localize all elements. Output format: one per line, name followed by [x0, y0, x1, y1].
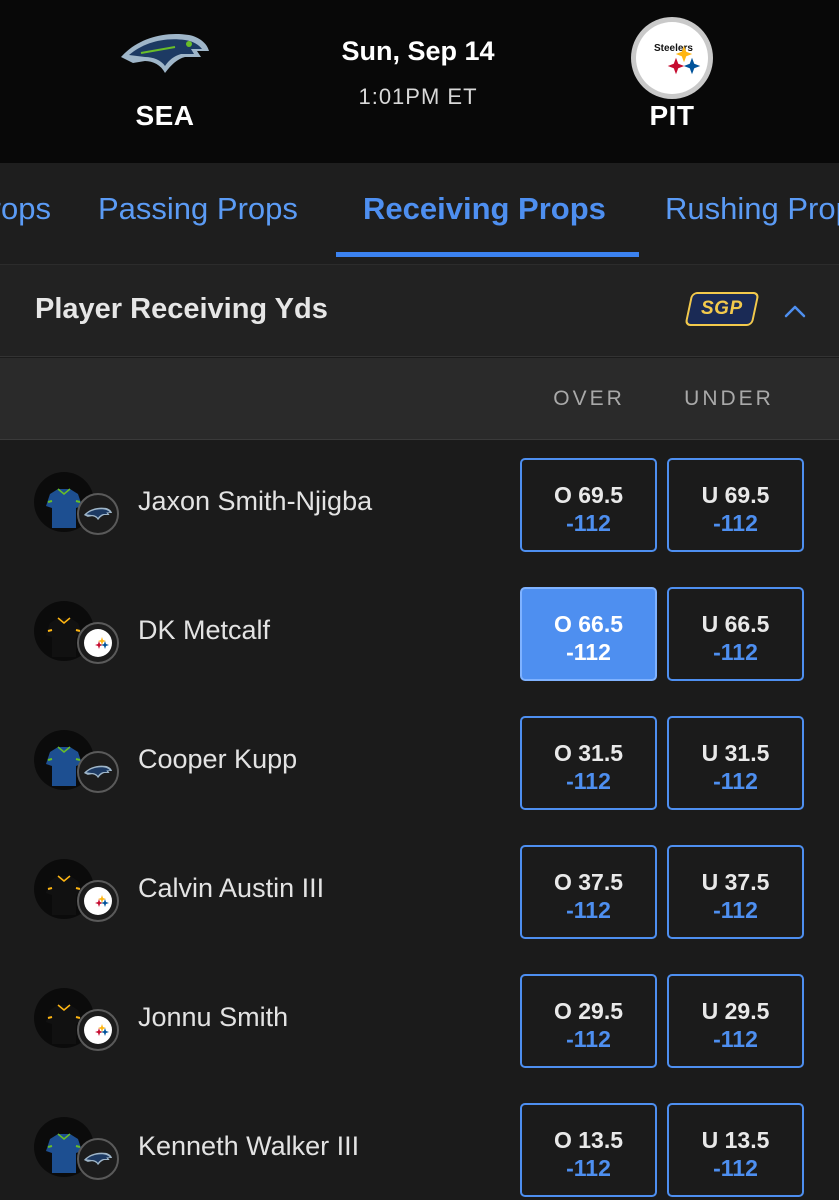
team-logo-mini: [77, 493, 119, 535]
under-line: U 37.5: [701, 869, 770, 895]
sgp-badge-label: SGP: [701, 298, 743, 319]
chevron-up-icon[interactable]: [780, 297, 810, 327]
over-price: -112: [566, 1026, 611, 1052]
over-price: -112: [566, 897, 611, 923]
player-name: Jaxon Smith-Njigba: [138, 486, 373, 516]
over-line: O 31.5: [553, 740, 624, 766]
player-name: Kenneth Walker III: [138, 1131, 360, 1161]
seahawks-logo: [117, 18, 213, 90]
over-odds-button[interactable]: O 29.5 -112: [520, 974, 657, 1068]
home-team[interactable]: Steelers PIT: [602, 17, 742, 132]
tab-rushing-props[interactable]: Rushing Props: [665, 163, 839, 263]
team-logo-mini: [77, 880, 119, 922]
under-odds-button[interactable]: U 37.5 -112: [667, 845, 804, 939]
player-name: Calvin Austin III: [138, 873, 325, 903]
under-line: U 31.5: [701, 740, 770, 766]
team-logo-mini: [77, 622, 119, 664]
sgp-badge: SGP: [684, 292, 760, 326]
steelers-logo: Steelers: [624, 17, 720, 99]
player-name: DK Metcalf: [138, 615, 271, 645]
team-logo-mini: [77, 1138, 119, 1180]
over-price: -112: [566, 1155, 611, 1181]
under-odds-button[interactable]: U 29.5 -112: [667, 974, 804, 1068]
player-row: Calvin Austin III O 37.5 -112 U 37.5 -11…: [0, 827, 839, 956]
over-odds-button[interactable]: O 37.5 -112: [520, 845, 657, 939]
under-line: U 29.5: [701, 998, 770, 1024]
under-price: -112: [713, 510, 758, 536]
away-team[interactable]: SEA: [95, 18, 235, 132]
under-price: -112: [713, 768, 758, 794]
under-line: U 69.5: [701, 482, 770, 508]
under-column-label: UNDER: [684, 387, 774, 410]
over-column-label: OVER: [553, 387, 625, 410]
team-logo-mini: [77, 1009, 119, 1051]
game-header: SEA Sun, Sep 14 1:01PM ET Steelers PIT: [0, 0, 839, 163]
away-team-abbr: SEA: [135, 100, 195, 131]
over-line: O 13.5: [553, 1127, 624, 1153]
player-row: Jonnu Smith O 29.5 -112 U 29.5 -112: [0, 956, 839, 1085]
over-line: O 66.5: [553, 611, 624, 637]
player-row: Cooper Kupp O 31.5 -112 U 31.5 -112: [0, 698, 839, 827]
tab-props[interactable]: Props: [0, 163, 51, 263]
player-row: DK Metcalf O 66.5 -112 U 66.5 -112: [0, 569, 839, 698]
over-line: O 29.5: [553, 998, 624, 1024]
player-row: Kenneth Walker III O 13.5 -112 U 13.5 -1…: [0, 1085, 839, 1200]
player-name: Jonnu Smith: [138, 1002, 289, 1032]
over-odds-button[interactable]: O 31.5 -112: [520, 716, 657, 810]
player-name: Cooper Kupp: [138, 744, 298, 774]
over-line: O 69.5: [553, 482, 624, 508]
under-odds-button[interactable]: U 66.5 -112: [667, 587, 804, 681]
under-price: -112: [713, 1155, 758, 1181]
home-team-abbr: PIT: [649, 100, 695, 131]
under-odds-button[interactable]: U 69.5 -112: [667, 458, 804, 552]
over-odds-button[interactable]: O 69.5 -112: [520, 458, 657, 552]
over-line: O 37.5: [553, 869, 624, 895]
game-date: Sun, Sep 14: [341, 36, 495, 66]
under-price: -112: [713, 639, 758, 665]
over-price: -112: [566, 510, 611, 536]
odds-column-header: OVER UNDER: [0, 358, 839, 440]
over-odds-button[interactable]: O 66.5 -112: [520, 587, 657, 681]
player-row: Jaxon Smith-Njigba O 69.5 -112 U 69.5 -1…: [0, 440, 839, 569]
under-price: -112: [713, 1026, 758, 1052]
under-price: -112: [713, 897, 758, 923]
under-odds-button[interactable]: U 13.5 -112: [667, 1103, 804, 1197]
over-price: -112: [566, 639, 611, 665]
over-price: -112: [566, 768, 611, 794]
game-info: Sun, Sep 14 1:01PM ET: [270, 36, 566, 110]
under-line: U 66.5: [701, 611, 770, 637]
under-line: U 13.5: [701, 1127, 770, 1153]
props-tab-bar: Props Passing Props Receiving Props Rush…: [0, 163, 839, 265]
active-tab-indicator: [336, 252, 639, 257]
under-odds-button[interactable]: U 31.5 -112: [667, 716, 804, 810]
team-logo-mini: [77, 751, 119, 793]
game-time: 1:01PM ET: [358, 84, 478, 109]
tab-receiving-props[interactable]: Receiving Props: [363, 163, 606, 263]
tab-passing-props[interactable]: Passing Props: [98, 163, 298, 263]
over-odds-button[interactable]: O 13.5 -112: [520, 1103, 657, 1197]
market-title: Player Receiving Yds: [35, 293, 328, 325]
